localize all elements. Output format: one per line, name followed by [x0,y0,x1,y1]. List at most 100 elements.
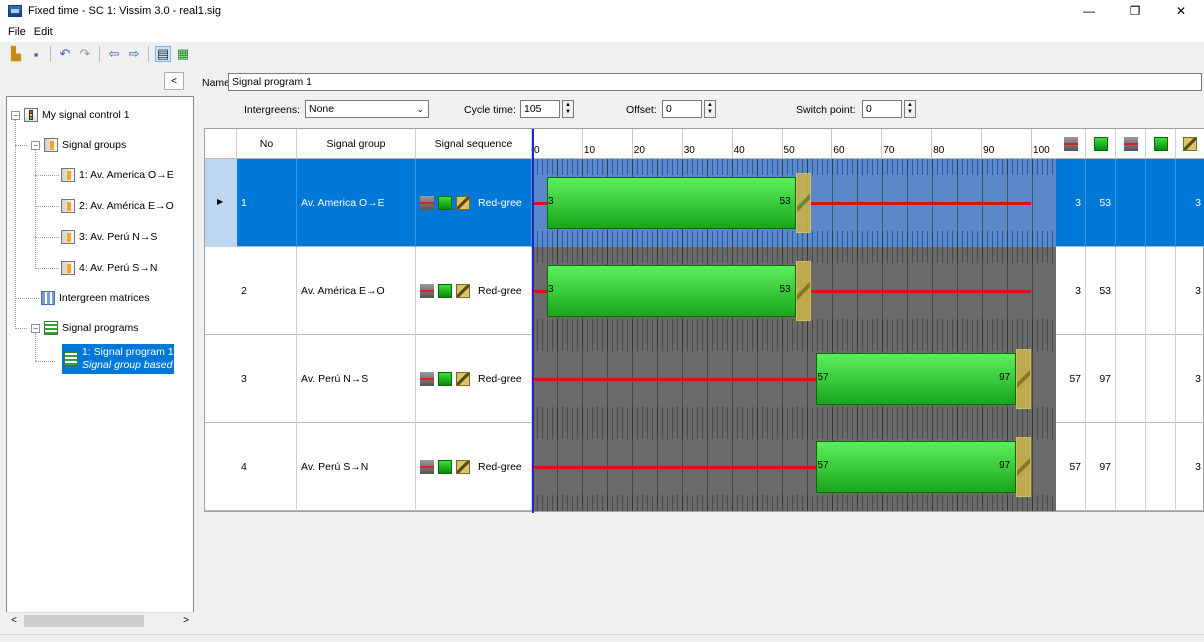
tree-item-program-1[interactable]: 1: Signal program 1 Signal group based [62,344,174,374]
table-row[interactable]: 4 Av. Perú S→N Red-gree 57 97 57 97 3 [205,423,1204,511]
collapse-toggle[interactable]: − [31,140,40,150]
cell-signal-sequence[interactable]: Red-gree [416,159,532,247]
tree-view-icon[interactable]: ▤ [155,46,171,62]
cell-signal-group[interactable]: Av. América E→O [297,247,416,335]
cell-no[interactable]: 1 [237,159,297,247]
menu-file[interactable]: File [4,26,30,38]
cell-green-end[interactable]: 53 [1086,159,1116,247]
offset-field[interactable]: 0 [662,100,702,118]
tree-item-group-4[interactable]: 4: Av. Perú S→N [61,259,157,277]
tree-signal-groups[interactable]: − Signal groups [31,136,126,154]
collapse-toggle[interactable]: − [11,110,20,120]
cell-no[interactable]: 4 [237,423,297,511]
green-phase-bar[interactable] [546,177,797,229]
forward-icon[interactable]: ⇨ [126,46,142,62]
table-row[interactable]: 2 Av. América E→O Red-gree 3 53 3 53 3 [205,247,1204,335]
minimize-button[interactable]: — [1066,0,1112,22]
cycle-time-stepper[interactable]: ▲ ▼ [562,100,574,118]
close-button[interactable]: ✕ [1158,0,1204,22]
amber-phase-bar[interactable] [1016,437,1032,497]
cell-red-end[interactable]: 3 [1056,159,1086,247]
header-green-end-2[interactable] [1146,129,1176,159]
cell-signal-group[interactable]: Av. Perú S→N [297,423,416,511]
offset-stepper[interactable]: ▲ ▼ [704,100,716,118]
tree-item-group-3[interactable]: 3: Av. Perú N→S [61,228,157,246]
cell-red-end[interactable]: 57 [1056,335,1086,423]
cell-no[interactable]: 3 [237,335,297,423]
redo-icon[interactable]: ↷ [77,46,93,62]
signal-timeline[interactable]: 3 53 [532,159,1056,247]
row-selector[interactable] [205,247,237,335]
save-icon[interactable]: ▪ [28,46,44,62]
table-row[interactable]: ▶ 1 Av. America O→E Red-gree 3 53 3 53 3 [205,159,1204,247]
header-red-end-2[interactable] [1116,129,1146,159]
row-selector[interactable]: ▶ [205,159,237,247]
cell-green-end-2[interactable] [1146,335,1176,423]
cell-signal-group[interactable]: Av. Perú N→S [297,335,416,423]
cell-signal-sequence[interactable]: Red-gree [416,247,532,335]
row-selector[interactable] [205,423,237,511]
red-signal-icon [1063,136,1078,151]
cell-green-end-2[interactable] [1146,423,1176,511]
name-field[interactable]: Signal program 1 [228,73,1202,91]
collapse-toggle[interactable]: − [31,323,40,333]
cell-amber[interactable]: 3 [1176,247,1204,335]
header-no[interactable]: No [237,129,297,159]
header-red-end[interactable] [1056,129,1086,159]
header-signal-group[interactable]: Signal group [297,129,416,159]
restore-button[interactable]: ❐ [1112,0,1158,22]
green-phase-bar[interactable] [816,441,1017,493]
cell-red-end-2[interactable] [1116,335,1146,423]
green-phase-bar[interactable] [816,353,1017,405]
amber-phase-bar[interactable] [1016,349,1032,409]
cell-green-end[interactable]: 97 [1086,423,1116,511]
scroll-left-icon[interactable]: < [6,613,22,629]
cell-signal-sequence[interactable]: Red-gree [416,335,532,423]
tree-item-group-1[interactable]: 1: Av. America O→E [61,166,174,184]
amber-phase-bar[interactable] [796,261,812,321]
row-selector[interactable] [205,335,237,423]
cell-green-end[interactable]: 97 [1086,335,1116,423]
collapse-panel-button[interactable]: < [164,72,184,90]
cell-signal-group[interactable]: Av. America O→E [297,159,416,247]
back-icon[interactable]: ⇦ [106,46,122,62]
cell-amber[interactable]: 3 [1176,159,1204,247]
table-row[interactable]: 3 Av. Perú N→S Red-gree 57 97 57 97 3 [205,335,1204,423]
tree-root[interactable]: − My signal control 1 [11,106,130,124]
header-signal-sequence[interactable]: Signal sequence [416,129,532,159]
cycle-time-field[interactable]: 105 [520,100,560,118]
cell-green-end[interactable]: 53 [1086,247,1116,335]
signal-view-icon[interactable]: ▦ [175,46,191,62]
green-phase-bar[interactable] [546,265,797,317]
toolbar: ▙ ▪ ↶ ↷ ⇦ ⇨ ▤ ▦ [0,42,1204,66]
undo-icon[interactable]: ↶ [57,46,73,62]
cell-red-end[interactable]: 57 [1056,423,1086,511]
header-amber[interactable] [1176,129,1204,159]
menu-edit[interactable]: Edit [30,26,57,38]
cell-green-end-2[interactable] [1146,247,1176,335]
cell-no[interactable]: 2 [237,247,297,335]
cell-green-end-2[interactable] [1146,159,1176,247]
tree-item-group-2[interactable]: 2: Av. América E→O [61,197,174,215]
signal-timeline[interactable]: 3 53 [532,247,1056,335]
amber-phase-bar[interactable] [796,173,812,233]
cell-red-end-2[interactable] [1116,423,1146,511]
intergreens-select[interactable]: None ⌄ [305,100,429,118]
cell-signal-sequence[interactable]: Red-gree [416,423,532,511]
tree-signal-programs[interactable]: − Signal programs [31,319,138,337]
cell-red-end-2[interactable] [1116,159,1146,247]
switch-point-stepper[interactable]: ▲ ▼ [904,100,916,118]
scroll-thumb[interactable] [24,614,144,627]
signal-timeline[interactable]: 57 97 [532,423,1056,511]
header-green-end[interactable] [1086,129,1116,159]
cell-red-end-2[interactable] [1116,247,1146,335]
signal-timeline[interactable]: 57 97 [532,335,1056,423]
tree-intergreen-matrices[interactable]: Intergreen matrices [41,289,149,307]
new-icon[interactable]: ▙ [8,46,24,62]
switch-point-field[interactable]: 0 [862,100,902,118]
cell-amber[interactable]: 3 [1176,335,1204,423]
cell-amber[interactable]: 3 [1176,423,1204,511]
scroll-right-icon[interactable]: > [178,613,194,629]
cell-red-end[interactable]: 3 [1056,247,1086,335]
tree-horizontal-scrollbar[interactable]: < > [6,612,194,628]
